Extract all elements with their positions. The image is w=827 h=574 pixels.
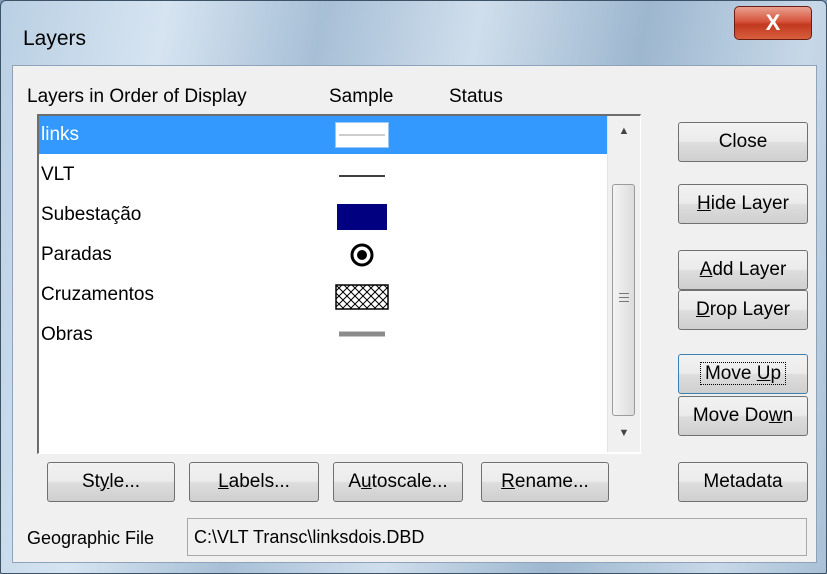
focus-ring: Move Up [699, 362, 787, 385]
drop-layer-button[interactable]: Drop Layer [678, 290, 808, 330]
layer-row-obras[interactable]: Obras [39, 316, 607, 354]
layer-row-subestacao[interactable]: Subestação [39, 196, 607, 234]
mnemonic: D [695, 299, 710, 320]
hide-layer-button[interactable]: Hide Layer [678, 184, 808, 224]
scroll-up-arrow-icon[interactable]: ▲ [608, 116, 640, 146]
close-icon: X [765, 10, 781, 35]
style-button[interactable]: Style... [47, 462, 175, 502]
labels-button[interactable]: Labels... [189, 462, 319, 502]
move-down-button[interactable]: Move Down [678, 396, 808, 436]
add-layer-button[interactable]: Add Layer [678, 250, 808, 290]
button-label: ide Layer [710, 193, 789, 214]
layers-scrollbar[interactable]: ▲ ▼ [607, 116, 640, 452]
mnemonic: y [99, 471, 110, 492]
mnemonic: U [756, 363, 771, 384]
button-label: St [81, 471, 100, 492]
geographic-file-field: C:\VLT Transc\linksdois.DBD [187, 518, 807, 556]
grip-line [619, 297, 629, 298]
navy-fill-sample-icon [337, 204, 387, 230]
title-bar: Layers X [1, 1, 826, 65]
button-label: A [348, 471, 362, 492]
thin-line-white-sample-icon [335, 122, 389, 148]
grip-line [619, 293, 629, 294]
layer-label: Obras [41, 324, 93, 345]
crosshatch-fill-sample-icon [335, 284, 389, 310]
button-label: Move [704, 363, 757, 384]
bullseye-point-sample-icon [350, 243, 374, 267]
layer-row-vlt[interactable]: VLT [39, 156, 607, 194]
layer-label: Subestação [41, 204, 142, 225]
mnemonic: L [218, 471, 229, 492]
grip-line [619, 301, 629, 302]
mnemonic: R [501, 471, 515, 492]
button-label: rop Layer [709, 299, 790, 320]
layers-dialog: Layers X Layers in Order of Display Samp… [0, 0, 827, 574]
layer-label: Paradas [41, 244, 112, 265]
button-label: le... [109, 471, 141, 492]
thick-gray-line-sample-icon [339, 331, 385, 337]
geographic-file-label: Geographic File [27, 528, 155, 548]
autoscale-button[interactable]: Autoscale... [333, 462, 463, 502]
mnemonic: H [697, 193, 711, 214]
layer-label: links [41, 124, 80, 145]
layer-label: VLT [41, 164, 75, 185]
button-label: toscale... [371, 471, 448, 492]
metadata-button[interactable]: Metadata [678, 462, 808, 502]
column-header-status: Status [449, 86, 503, 107]
layer-label: Cruzamentos [41, 284, 154, 305]
button-label: abels... [228, 471, 290, 492]
window-title: Layers [23, 27, 87, 50]
button-label: Move Do [692, 405, 769, 426]
move-up-button[interactable]: Move Up [678, 354, 808, 394]
layer-row-paradas[interactable]: Paradas [39, 236, 607, 274]
button-label: dd Layer [712, 259, 787, 280]
column-header-sample: Sample [329, 86, 394, 107]
layer-row-cruzamentos[interactable]: Cruzamentos [39, 276, 607, 314]
scroll-down-arrow-icon[interactable]: ▼ [608, 418, 640, 448]
dialog-body: Layers in Order of Display Sample Status… [12, 65, 817, 563]
close-window-button[interactable]: X [734, 6, 812, 40]
mnemonic: A [699, 259, 713, 280]
scroll-thumb[interactable] [612, 184, 635, 416]
button-label: n [782, 405, 794, 426]
layers-list[interactable]: links VLT Subestação Paradas Cruzamentos… [37, 114, 641, 454]
mnemonic: u [361, 471, 372, 492]
column-header-layers: Layers in Order of Display [27, 86, 247, 107]
button-label: p [770, 363, 782, 384]
layer-row-links[interactable]: links [39, 116, 607, 154]
button-label: ename... [514, 471, 589, 492]
thin-line-black-sample-icon [339, 175, 385, 177]
mnemonic: w [768, 405, 783, 426]
close-button[interactable]: Close [678, 122, 808, 162]
rename-button[interactable]: Rename... [481, 462, 609, 502]
